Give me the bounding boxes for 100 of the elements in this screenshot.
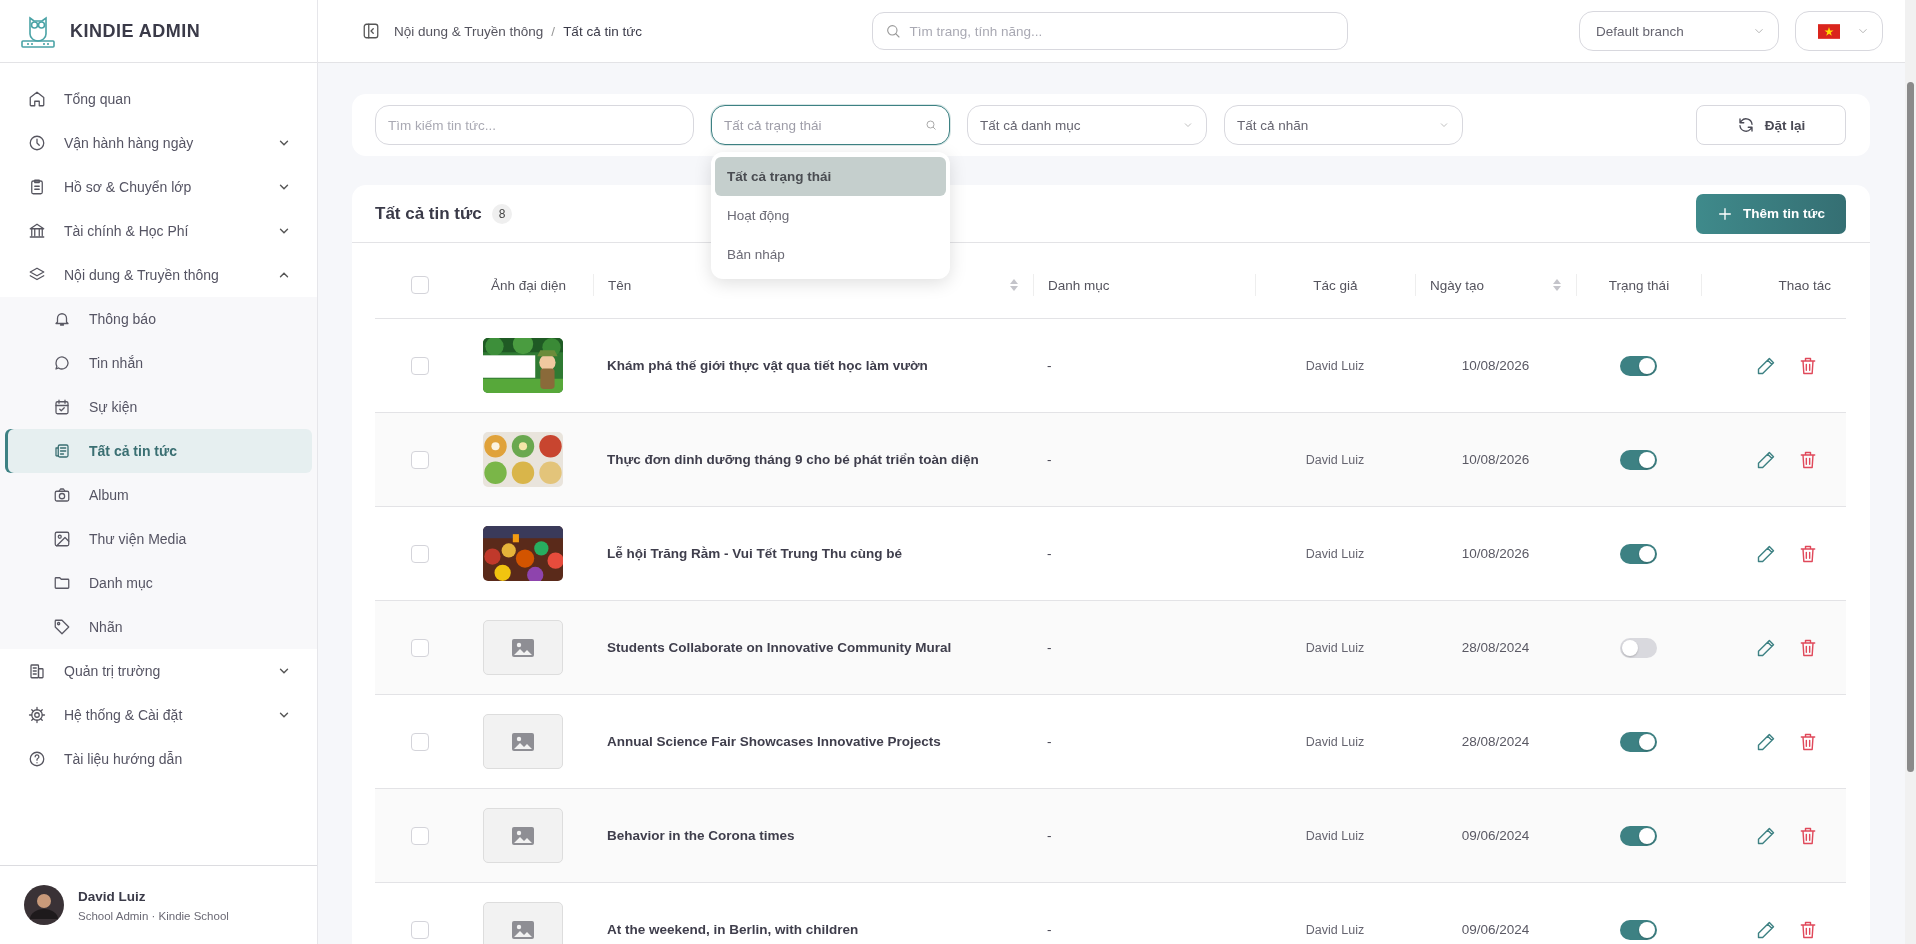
search-icon	[885, 23, 902, 39]
clock-icon	[28, 134, 46, 152]
tag-select[interactable]: Tất cả nhãn	[1224, 105, 1463, 145]
checkbox[interactable]	[411, 732, 429, 751]
checkbox[interactable]	[411, 276, 429, 295]
trash-icon[interactable]	[1798, 731, 1818, 752]
news-title[interactable]: Annual Science Fair Showcases Innovative Projects	[593, 734, 1033, 749]
column-header: Thao tác	[1778, 277, 1831, 293]
sidebar-subitem[interactable]: Thông báo	[5, 297, 312, 341]
news-title[interactable]: At the weekend, in Berlin, with children	[593, 922, 1033, 937]
table-cell-text: -	[1046, 640, 1053, 655]
sidebar-subitem[interactable]: Album	[5, 473, 312, 517]
image-icon	[53, 530, 71, 548]
edit-icon[interactable]	[1756, 919, 1776, 940]
sidebar-item[interactable]: Tài liệu hướng dẫn	[0, 737, 317, 781]
sidebar-subitem[interactable]: Nhãn	[5, 605, 312, 649]
column-header: Danh mục	[1048, 277, 1110, 293]
sidebar-item[interactable]: Quản trị trường	[0, 649, 317, 693]
checkbox[interactable]	[411, 544, 429, 563]
table-cell-text: -	[1046, 734, 1053, 749]
table-cell-text: David Luiz	[1304, 452, 1366, 467]
sidebar-subitem[interactable]: Danh mục	[5, 561, 312, 605]
sidebar-item[interactable]: Nội dung & Truyền thông	[0, 253, 317, 297]
sidebar-item[interactable]: Hồ sơ & Chuyển lớp	[0, 165, 317, 209]
calendar-icon	[53, 398, 71, 416]
status-toggle[interactable]	[1620, 731, 1657, 752]
edit-icon[interactable]	[1756, 731, 1776, 752]
trash-icon[interactable]	[1798, 543, 1818, 564]
sidebar-item[interactable]: Hệ thống & Cài đặt	[0, 693, 317, 737]
checkbox[interactable]	[411, 450, 429, 469]
trash-icon[interactable]	[1798, 825, 1818, 846]
column-header[interactable]: Ngày tạo	[1430, 277, 1485, 293]
news-title[interactable]: Students Collaborate on Innovative Community Mural	[593, 640, 1033, 655]
dropdown-option[interactable]: Bản nháp	[715, 235, 946, 274]
dropdown-option[interactable]: Hoạt động	[715, 196, 946, 235]
column-header: Tác giả	[1313, 277, 1358, 293]
dropdown-option[interactable]: Tất cả trạng thái	[715, 157, 946, 196]
home-icon	[28, 90, 46, 108]
table-cell-text: David Luiz	[1304, 922, 1366, 937]
edit-icon[interactable]	[1756, 543, 1776, 564]
trash-icon[interactable]	[1798, 449, 1818, 470]
edit-icon[interactable]	[1756, 637, 1776, 658]
table-cell-text: David Luiz	[1304, 546, 1366, 561]
sidebar-item[interactable]: Tài chính & Học Phí	[0, 209, 317, 253]
language-select[interactable]	[1795, 11, 1883, 51]
trash-icon[interactable]	[1798, 919, 1818, 940]
checkbox[interactable]	[411, 920, 429, 939]
table-cell-text: 09/06/2024	[1460, 828, 1531, 843]
sidebar-item[interactable]: Tổng quan	[0, 77, 317, 121]
category-select[interactable]: Tất cả danh mục	[967, 105, 1207, 145]
status-toggle[interactable]	[1620, 825, 1657, 846]
branch-select[interactable]: Default branch	[1579, 11, 1779, 51]
breadcrumb-item[interactable]: Nội dung & Truyền thông	[394, 23, 544, 39]
trash-icon[interactable]	[1798, 355, 1818, 376]
checkbox[interactable]	[411, 638, 429, 657]
trash-icon[interactable]	[1798, 637, 1818, 658]
status-toggle[interactable]	[1620, 919, 1657, 940]
sidebar-toggle-icon[interactable]	[362, 22, 380, 40]
column-header: Trạng thái	[1608, 277, 1670, 293]
avatar	[24, 885, 64, 925]
table-title: Tất cả tin tức	[375, 203, 482, 224]
checkbox[interactable]	[411, 356, 429, 375]
scrollbar[interactable]	[1905, 0, 1916, 944]
edit-icon[interactable]	[1756, 825, 1776, 846]
checkbox[interactable]	[411, 826, 429, 845]
status-toggle[interactable]	[1620, 355, 1657, 376]
sidebar-subitem[interactable]: Sự kiện	[5, 385, 312, 429]
table-cell-text: David Luiz	[1304, 640, 1366, 655]
table-cell-text: David Luiz	[1304, 734, 1366, 749]
add-news-button[interactable]: Thêm tin tức	[1696, 193, 1846, 234]
sidebar-item[interactable]: Vận hành hàng ngày	[0, 121, 317, 165]
table-cell-text: -	[1046, 922, 1053, 937]
flag-icon	[1818, 23, 1840, 39]
tag-icon	[53, 618, 71, 636]
building-icon	[28, 662, 46, 680]
refresh-icon	[1736, 116, 1755, 134]
news-title[interactable]: Lễ hội Trăng Rằm - Vui Tết Trung Thu cùng bé	[593, 546, 1033, 561]
status-toggle[interactable]	[1620, 543, 1657, 564]
search-icon	[925, 119, 937, 131]
sidebar-subitem[interactable]: Tin nhắn	[5, 341, 312, 385]
search-field[interactable]: Tìm kiếm tin tức...	[375, 105, 694, 145]
table-cell-text: -	[1046, 358, 1053, 373]
breadcrumb-separator: /	[551, 23, 556, 39]
news-title[interactable]: Thực đơn dinh dưỡng tháng 9 cho bé phát triển toàn diện	[593, 452, 1033, 467]
clipboard-icon	[28, 178, 46, 196]
sidebar-subitem[interactable]: Thư viện Media	[5, 517, 312, 561]
edit-icon[interactable]	[1756, 449, 1776, 470]
reset-button[interactable]: Đặt lại	[1696, 105, 1846, 145]
app-title: KINDIE ADMIN	[70, 20, 201, 42]
news-title[interactable]: Khám phá thế giới thực vật qua tiết học làm vườn	[593, 358, 1033, 373]
table-cell-text: David Luiz	[1304, 358, 1366, 373]
column-header: Ảnh đại diện	[490, 277, 567, 293]
edit-icon[interactable]	[1756, 355, 1776, 376]
column-header[interactable]: Tên	[608, 277, 632, 293]
news-title[interactable]: Behavior in the Corona times	[593, 828, 1033, 843]
status-toggle[interactable]	[1620, 449, 1657, 470]
sidebar-subitem[interactable]: Tất cả tin tức	[5, 429, 312, 473]
status-toggle[interactable]	[1620, 637, 1657, 658]
table-cell-text: 28/08/2024	[1460, 734, 1531, 749]
user-name: David Luiz	[78, 888, 147, 904]
